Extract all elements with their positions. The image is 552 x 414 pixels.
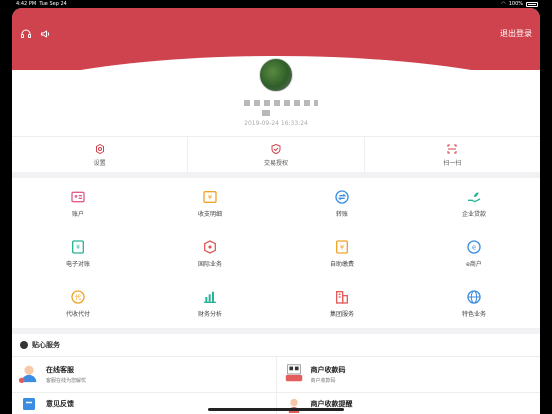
self-pay-icon: ¥ [336, 239, 348, 254]
device-frame: 4:42 PM Tue Sep 24 ◠ 100% 退出登录 2019-09-2… [0, 0, 552, 414]
svg-text:¥: ¥ [208, 193, 212, 201]
service-label: 集团服务 [329, 310, 354, 318]
quick-label: 设置 [93, 159, 106, 167]
megaphone-icon[interactable] [40, 28, 52, 40]
service-collect-pay[interactable]: 代 代收代付 [12, 278, 144, 328]
care-title: 商户收款码 [310, 366, 346, 374]
care-online-service[interactable]: 在线客服 客服在线为您解忧 [12, 357, 277, 392]
status-right: ◠ 100% [501, 0, 538, 8]
service-label: 转账 [335, 210, 348, 218]
care-services-section: 贴心服务 在线客服 客服在线为您解忧 商户收款码 商户收款码 意见反馈 商户收款… [12, 334, 540, 414]
quick-actions-bar: 设置 交易授权 扫一扫 [12, 136, 540, 172]
service-account[interactable]: 账户 [12, 178, 144, 228]
service-finance-analysis[interactable]: 财务分析 [144, 278, 276, 328]
services-grid: 账户 ¥ 收支明细 转账 企业贷款 ¥ 电子对账 国际业务 ¥ 自助缴费 e e… [12, 178, 540, 328]
section-title: 贴心服务 [20, 340, 60, 350]
merchant-qr-icon [285, 364, 302, 382]
wifi-icon: ◠ [501, 1, 506, 7]
service-transfer[interactable]: 转账 [276, 178, 408, 228]
care-title: 在线客服 [46, 366, 74, 374]
service-label: 企业贷款 [461, 210, 486, 218]
service-label: 自助缴费 [329, 260, 354, 268]
loan-hand-icon [468, 191, 481, 202]
service-featured[interactable]: 特色业务 [408, 278, 540, 328]
service-label: 收支明细 [197, 210, 222, 218]
feedback-icon [23, 398, 35, 410]
scan-icon [447, 144, 457, 153]
service-label: 账户 [71, 210, 84, 218]
heart-icon [20, 341, 28, 349]
service-international[interactable]: 国际业务 [144, 228, 276, 278]
yen-box-icon: ¥ [203, 190, 217, 203]
svg-text:e: e [472, 243, 476, 251]
feature-globe-icon [467, 289, 481, 304]
care-title: 意见反馈 [46, 400, 74, 408]
collect-pay-icon: 代 [71, 289, 85, 304]
care-subtitle: 商户收款码 [310, 378, 336, 384]
service-label: e商户 [466, 260, 482, 268]
status-bar: 4:42 PM Tue Sep 24 ◠ 100% [0, 0, 552, 8]
quick-scan[interactable]: 扫一扫 [365, 137, 540, 172]
last-login-time: 2019-09-24 16:33:24 [244, 120, 308, 127]
service-statement[interactable]: ¥ 收支明细 [144, 178, 276, 228]
globe-business-icon [204, 239, 216, 254]
masked-username [244, 100, 318, 106]
service-label: 财务分析 [197, 310, 222, 318]
care-merchant-qr[interactable]: 商户收款码 商户收款码 [277, 357, 541, 392]
transfer-icon [335, 189, 349, 204]
service-label: 电子对账 [65, 260, 90, 268]
status-time: 4:42 PM Tue Sep 24 [16, 1, 67, 7]
svg-text:代: 代 [75, 293, 81, 301]
battery-icon [526, 1, 538, 7]
service-e-merchant[interactable]: e e商户 [408, 228, 540, 278]
care-subtitle: 客服在线为您解忧 [46, 378, 87, 384]
app-screen: 退出登录 2019-09-24 16:33:24 设置 交易授权 扫一扫 账户 … [12, 8, 540, 414]
home-indicator[interactable] [208, 408, 344, 411]
account-card-icon [71, 191, 85, 202]
service-e-statement[interactable]: ¥ 电子对账 [12, 228, 144, 278]
quick-label: 交易授权 [263, 159, 288, 167]
quick-label: 扫一扫 [443, 159, 462, 167]
service-group[interactable]: 集团服务 [276, 278, 408, 328]
online-service-icon [18, 365, 37, 384]
gear-icon [95, 143, 104, 154]
finance-chart-icon [204, 291, 216, 303]
group-building-icon [336, 290, 348, 304]
profile-card: 2019-09-24 16:33:24 [12, 58, 540, 136]
e-statement-icon: ¥ [72, 239, 84, 254]
e-merchant-icon: e [467, 239, 481, 254]
headset-icon[interactable] [20, 28, 32, 40]
care-row: 在线客服 客服在线为您解忧 商户收款码 商户收款码 [12, 356, 540, 392]
service-label: 代收代付 [65, 310, 90, 318]
avatar[interactable] [259, 58, 293, 92]
svg-text:¥: ¥ [76, 244, 80, 251]
service-self-pay[interactable]: ¥ 自助缴费 [276, 228, 408, 278]
service-label: 特色业务 [461, 310, 486, 318]
masked-username-line2 [262, 110, 270, 116]
shield-check-icon [271, 143, 281, 154]
section-title-text: 贴心服务 [32, 341, 60, 349]
quick-trade-auth[interactable]: 交易授权 [188, 137, 365, 172]
service-label: 国际业务 [197, 260, 222, 268]
svg-text:¥: ¥ [340, 243, 344, 251]
battery-percent: 100% [508, 1, 523, 7]
service-loan[interactable]: 企业贷款 [408, 178, 540, 228]
quick-settings[interactable]: 设置 [12, 137, 189, 172]
logout-button[interactable]: 退出登录 [500, 28, 532, 39]
